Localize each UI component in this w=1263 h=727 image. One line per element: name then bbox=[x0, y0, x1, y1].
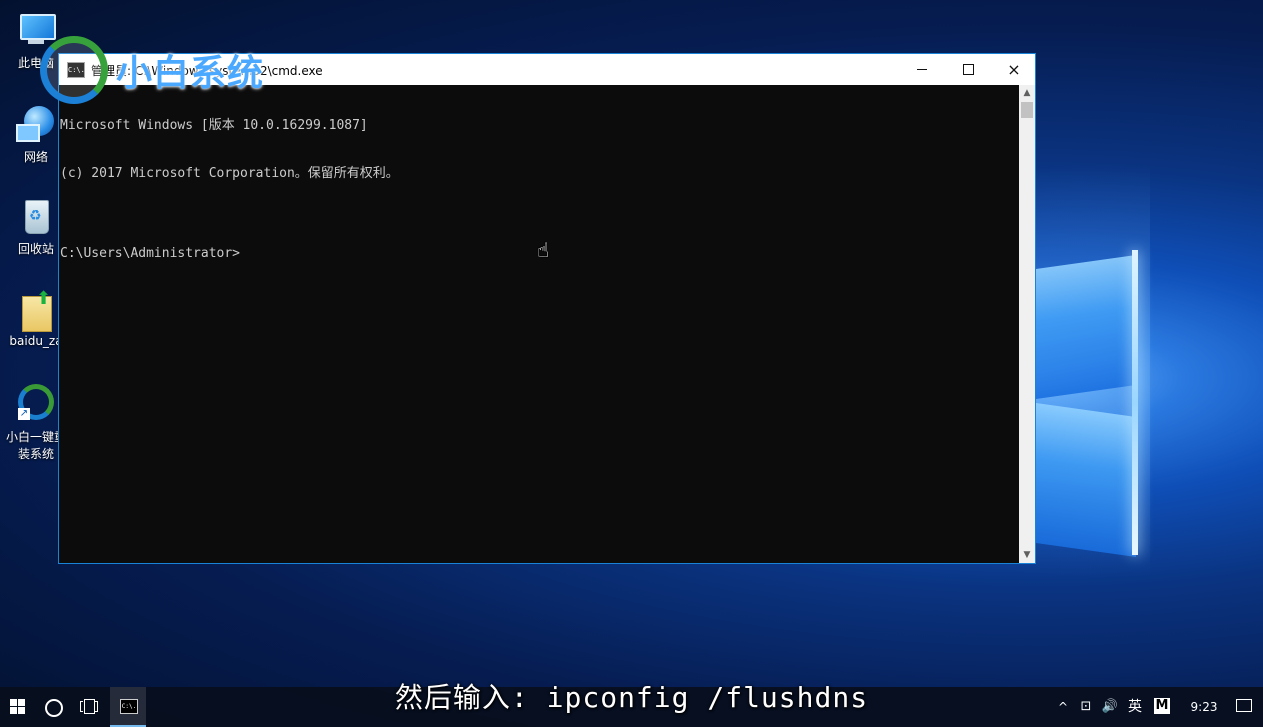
recycle-bin-icon bbox=[16, 196, 56, 236]
cmd-window[interactable]: C:\. 管理员: C:\Windows\system32\cmd.exe × … bbox=[58, 53, 1036, 564]
windows-logo-wallpaper bbox=[1036, 240, 1146, 560]
scroll-down-icon[interactable]: ▼ bbox=[1019, 547, 1035, 563]
scroll-up-icon[interactable]: ▲ bbox=[1019, 85, 1035, 101]
video-subtitle: 然后输入: ipconfig /flushdns bbox=[394, 681, 869, 714]
console-line: Microsoft Windows [版本 10.0.16299.1087] bbox=[60, 118, 368, 133]
watermark-text: 小白系统 bbox=[116, 53, 265, 94]
xiaobai-logo-icon bbox=[40, 36, 108, 104]
maximize-button[interactable] bbox=[945, 54, 991, 85]
hand-cursor-icon: ☝ bbox=[537, 238, 550, 262]
maximize-icon bbox=[962, 64, 974, 75]
minimize-icon bbox=[917, 69, 927, 70]
minimize-button[interactable] bbox=[899, 54, 945, 85]
scroll-thumb[interactable] bbox=[1021, 102, 1033, 118]
xiaobai-icon bbox=[16, 384, 56, 424]
close-button[interactable]: × bbox=[991, 54, 1037, 85]
console-output[interactable]: Microsoft Windows [版本 10.0.16299.1087] (… bbox=[59, 85, 1019, 563]
close-icon: × bbox=[1007, 59, 1021, 79]
network-icon bbox=[16, 104, 56, 144]
vertical-scrollbar[interactable]: ▲ ▼ bbox=[1019, 85, 1035, 563]
zip-file-icon bbox=[16, 288, 56, 332]
xiaobai-watermark: 小白系统 bbox=[40, 36, 280, 106]
console-line: (c) 2017 Microsoft Corporation。保留所有权利。 bbox=[60, 166, 399, 181]
